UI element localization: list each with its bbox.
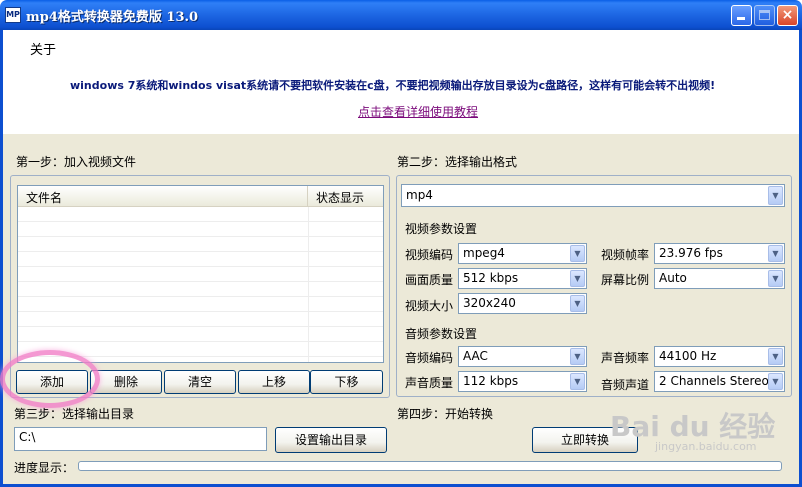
table-row [18,237,383,252]
video-fps-label: 视频帧率 [601,248,650,262]
audio-samplerate-value: 44100 Hz [659,349,717,363]
video-quality-value: 512 kbps [463,271,519,285]
audio-channels-value: 2 Channels Stereo [659,374,769,388]
format-value: mp4 [406,188,433,202]
audio-samplerate-select[interactable]: 44100 Hz ▼ [654,346,785,367]
close-icon: × [781,7,794,23]
set-output-dir-button[interactable]: 设置输出目录 [275,427,387,453]
move-up-button[interactable]: 上移 [238,370,310,394]
video-fps-select[interactable]: 23.976 fps ▼ [654,243,785,264]
column-header-status[interactable]: 状态显示 [308,186,383,206]
maximize-icon [759,10,770,20]
chevron-down-icon: ▼ [570,348,585,365]
step2-label: 第二步：选择输出格式 [397,155,518,169]
audio-codec-select[interactable]: AAC ▼ [458,346,587,367]
clear-button[interactable]: 清空 [164,370,236,394]
window-title: mp4格式转换器免费版 13.0 [26,10,199,25]
table-row [18,267,383,282]
title-bar: MP mp4格式转换器免费版 13.0 × [0,0,802,30]
aspect-ratio-select[interactable]: Auto ▼ [654,268,785,289]
chevron-down-icon: ▼ [570,245,585,262]
output-path-input[interactable]: C:\ [14,427,267,451]
audio-section-label: 音频参数设置 [405,327,478,341]
video-codec-select[interactable]: mpeg4 ▼ [458,243,587,264]
step1-label: 第一步：加入视频文件 [16,155,137,169]
table-row [18,222,383,237]
aspect-ratio-value: Auto [659,271,687,285]
audio-channels-select[interactable]: 2 Channels Stereo ▼ [654,371,785,392]
video-codec-value: mpeg4 [463,246,505,260]
table-row [18,342,383,357]
audio-channels-label: 音频声道 [601,378,650,392]
table-row [18,297,383,312]
chevron-down-icon: ▼ [570,373,585,390]
minimize-button[interactable] [731,5,752,26]
audio-quality-select[interactable]: 112 kbps ▼ [458,371,587,392]
file-list[interactable]: 文件名 状态显示 [17,185,384,363]
format-select[interactable]: mp4 ▼ [401,184,785,207]
audio-samplerate-label: 声音频率 [601,351,650,365]
video-size-select[interactable]: 320x240 ▼ [458,293,587,314]
table-row [18,252,383,267]
maximize-button[interactable] [754,5,775,26]
audio-quality-value: 112 kbps [463,374,519,388]
progress-bar [78,461,782,471]
audio-codec-value: AAC [463,349,488,363]
chevron-down-icon: ▼ [570,270,585,287]
chevron-down-icon: ▼ [768,270,783,287]
video-size-label: 视频大小 [405,299,454,313]
minimize-icon [737,17,745,20]
tutorial-link[interactable]: 点击查看详细使用教程 [358,103,478,120]
video-quality-select[interactable]: 512 kbps ▼ [458,268,587,289]
move-down-button[interactable]: 下移 [310,370,383,394]
step4-label: 第四步：开始转换 [397,407,494,421]
about-menu[interactable]: 关于 [30,39,56,58]
progress-label: 进度显示： [14,461,75,475]
table-row [18,207,383,222]
app-icon: MP [5,7,21,23]
table-row [18,312,383,327]
delete-button[interactable]: 删除 [90,370,162,394]
video-codec-label: 视频编码 [405,248,454,262]
start-convert-button[interactable]: 立即转换 [532,427,638,453]
table-row [18,282,383,297]
audio-codec-label: 音频编码 [405,351,454,365]
warning-text: windows 7系统和windos visat系统请不要把软件安装在c盘，不要… [70,79,716,92]
chevron-down-icon: ▼ [768,245,783,262]
chevron-down-icon: ▼ [768,373,783,390]
chevron-down-icon: ▼ [768,186,783,205]
column-header-filename[interactable]: 文件名 [18,186,308,206]
add-button[interactable]: 添加 [16,370,88,394]
close-button[interactable]: × [777,5,798,26]
video-quality-label: 画面质量 [405,273,454,287]
audio-quality-label: 声音质量 [405,376,454,390]
file-list-header: 文件名 状态显示 [18,186,383,207]
chevron-down-icon: ▼ [768,348,783,365]
step3-label: 第三步：选择输出目录 [14,407,135,421]
video-section-label: 视频参数设置 [405,222,478,236]
table-row [18,327,383,342]
video-fps-value: 23.976 fps [659,246,723,260]
chevron-down-icon: ▼ [570,295,585,312]
video-size-value: 320x240 [463,296,516,310]
aspect-ratio-label: 屏幕比例 [601,273,650,287]
